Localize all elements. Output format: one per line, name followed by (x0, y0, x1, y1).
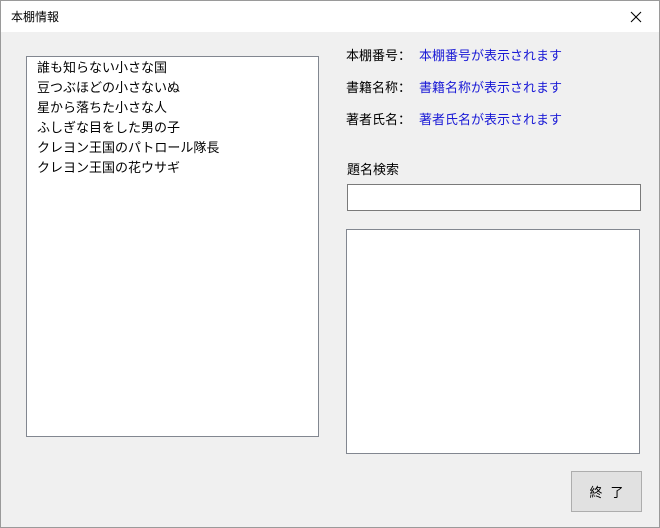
title-search-label: 題名検索 (347, 163, 400, 178)
window-title: 本棚情報 (11, 10, 60, 24)
author-label: 著者氏名： (346, 113, 412, 128)
list-item[interactable]: ふしぎな目をした男の子 (37, 119, 318, 139)
author-value: 著者氏名が表示されます (419, 113, 563, 128)
list-item[interactable]: 豆つぶほどの小さないぬ (37, 79, 318, 99)
close-icon (630, 11, 642, 22)
end-button[interactable]: 終了 (571, 471, 642, 512)
author-row: 著者氏名： 著者氏名が表示されます (346, 112, 562, 130)
book-listbox[interactable]: 誰も知らない小さな国 豆つぶほどの小さないぬ 星から落ちた小さな人 ふしぎな目を… (26, 56, 319, 437)
title-search-input[interactable] (347, 184, 641, 211)
shelf-number-label: 本棚番号： (346, 49, 412, 64)
list-item[interactable]: 星から落ちた小さな人 (37, 99, 318, 119)
search-result-box[interactable] (346, 229, 640, 454)
close-button[interactable] (613, 1, 659, 32)
book-name-label: 書籍名称： (346, 81, 412, 96)
title-bar: 本棚情報 (1, 1, 659, 32)
book-name-row: 書籍名称： 書籍名称が表示されます (346, 80, 562, 98)
list-item[interactable]: クレヨン王国の花ウサギ (37, 159, 318, 179)
book-name-value: 書籍名称が表示されます (419, 81, 563, 96)
book-info-window: 本棚情報 誰も知らない小さな国 豆つぶほどの小さないぬ 星から落ちた小さな人 ふ… (0, 0, 660, 528)
list-item[interactable]: 誰も知らない小さな国 (37, 59, 318, 79)
shelf-number-row: 本棚番号： 本棚番号が表示されます (346, 48, 562, 66)
list-item[interactable]: クレヨン王国のパトロール隊長 (37, 139, 318, 159)
shelf-number-value: 本棚番号が表示されます (419, 49, 563, 64)
